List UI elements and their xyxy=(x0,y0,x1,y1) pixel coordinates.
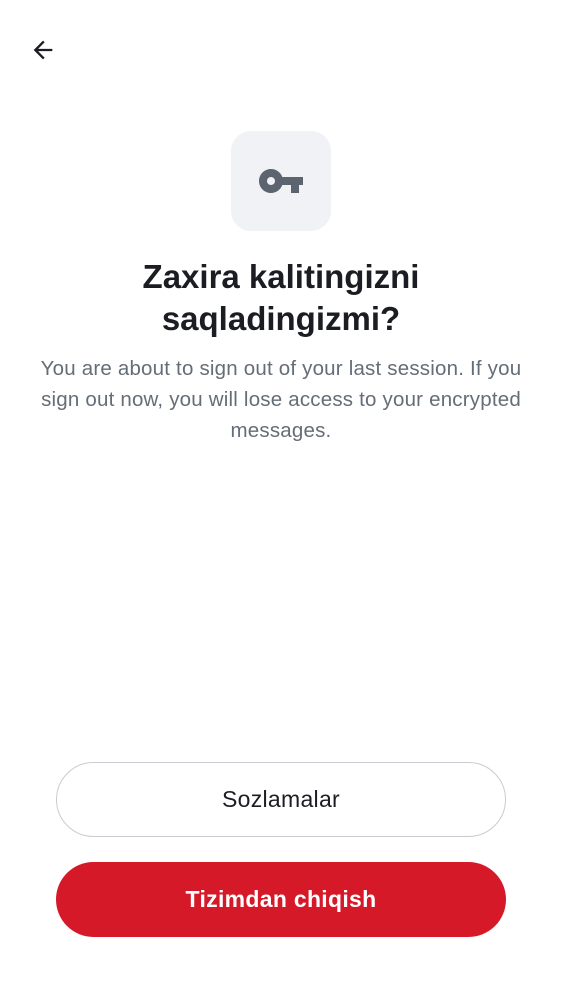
key-icon-tile xyxy=(231,131,331,231)
page-title: Zaxira kalitingizni saqladingizmi? xyxy=(142,258,420,337)
sign-out-button[interactable]: Tizimdan chiqish xyxy=(56,862,506,937)
key-icon xyxy=(259,169,303,193)
settings-button[interactable]: Sozlamalar xyxy=(56,762,506,837)
sign-out-confirmation-screen: Zaxira kalitingizni saqladingizmi? You a… xyxy=(0,0,562,1000)
back-button[interactable] xyxy=(22,29,64,71)
warning-description: You are about to sign out of your last s… xyxy=(40,357,522,442)
arrow-left-icon xyxy=(33,40,53,60)
